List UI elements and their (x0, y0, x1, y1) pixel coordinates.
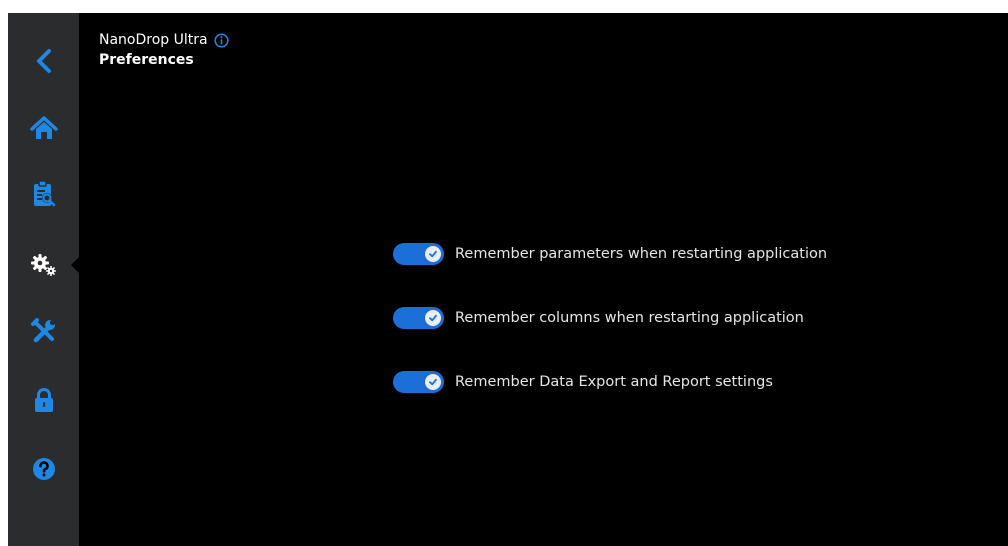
active-nav-indicator (71, 256, 80, 274)
back-arrow-icon (36, 49, 51, 73)
page-header: NanoDrop Ultra Preferences (99, 30, 229, 70)
app-title-row: NanoDrop Ultra (99, 30, 229, 50)
lock-icon (34, 388, 53, 412)
preference-label: Remember Data Export and Report settings (455, 374, 773, 390)
sidebar-item-help[interactable] (8, 441, 79, 497)
preferences-list: Remember parameters when restarting appl… (393, 243, 827, 435)
sidebar-item-lock[interactable] (8, 372, 79, 428)
clipboard-search-icon (33, 180, 55, 207)
info-icon[interactable] (214, 32, 229, 48)
preference-label: Remember columns when restarting applica… (455, 310, 804, 326)
remember-export-settings-toggle[interactable] (393, 371, 444, 393)
preference-item: Remember parameters when restarting appl… (393, 243, 827, 265)
check-icon (425, 310, 441, 326)
page-title: Preferences (99, 52, 194, 68)
sidebar-item-home[interactable] (8, 100, 79, 156)
tools-icon (30, 318, 55, 343)
back-button[interactable] (8, 33, 79, 89)
preference-item: Remember columns when restarting applica… (393, 307, 827, 329)
preference-label: Remember parameters when restarting appl… (455, 246, 828, 262)
remember-columns-toggle[interactable] (393, 307, 444, 329)
app-screen: NanoDrop Ultra Preferences Remember para (8, 13, 1008, 546)
gears-icon (30, 254, 56, 276)
preference-item: Remember Data Export and Report settings (393, 371, 827, 393)
sidebar (8, 13, 80, 546)
sidebar-item-tools[interactable] (8, 303, 79, 359)
app-name: NanoDrop Ultra (99, 32, 208, 48)
sidebar-item-settings[interactable] (8, 237, 79, 293)
home-icon (29, 116, 58, 139)
sidebar-item-results[interactable] (8, 166, 79, 222)
help-icon (32, 458, 55, 480)
remember-parameters-toggle[interactable] (393, 243, 444, 265)
check-icon (425, 246, 441, 262)
check-icon (425, 374, 441, 390)
